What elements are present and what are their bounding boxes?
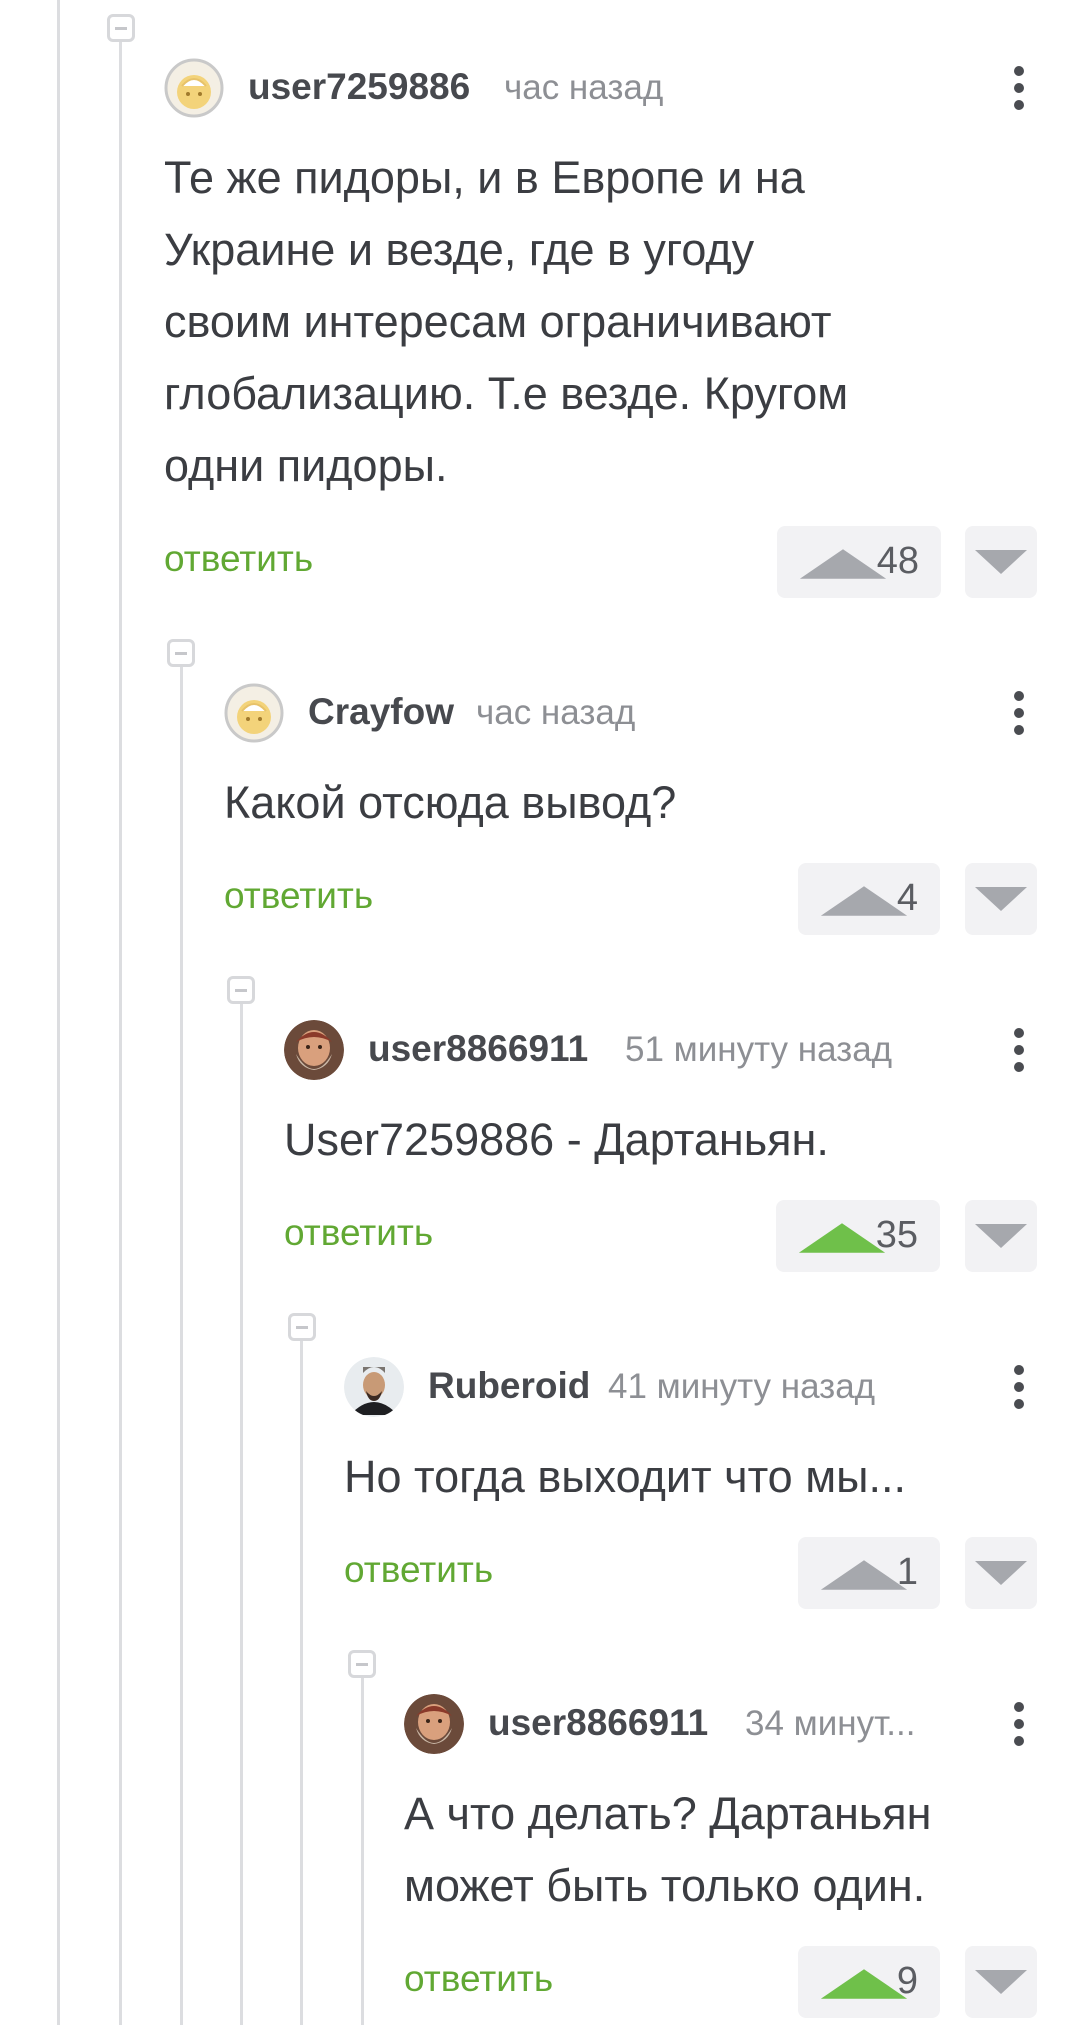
collapse-thread-button[interactable]	[167, 639, 195, 667]
downvote-button[interactable]	[965, 1200, 1037, 1272]
username-link[interactable]: Ruberoid	[428, 1365, 590, 1407]
comment-header: user8866911 51 минуту назад	[284, 1020, 1039, 1080]
comment-text: А что делать? Дартаньян может быть тольк…	[404, 1788, 932, 1911]
comment-timestamp: 41 минуту назад	[608, 1367, 876, 1406]
comment: user8866911 51 минуту назад User7259886 …	[284, 1020, 1039, 1280]
more-options-icon[interactable]	[999, 60, 1039, 116]
username-link[interactable]: Crayfow	[308, 691, 454, 733]
more-options-icon[interactable]	[999, 1696, 1039, 1752]
upvote-button[interactable]: 35	[776, 1200, 940, 1272]
reply-button[interactable]: ответить	[164, 538, 313, 580]
comment-text: User7259886 - Дартаньян.	[284, 1114, 829, 1165]
comment-header: user7259886 час назад	[164, 58, 1039, 118]
more-options-icon[interactable]	[999, 1022, 1039, 1078]
collapse-thread-button[interactable]	[227, 976, 255, 1004]
comment: user7259886 час назад Те же пидоры, и в …	[164, 58, 1039, 603]
comment-header: user8866911 34 минут...	[404, 1694, 1039, 1754]
default-avatar-icon[interactable]	[224, 683, 284, 743]
collapse-thread-button[interactable]	[348, 1650, 376, 1678]
upvote-arrow-icon	[820, 1969, 908, 1999]
thread-line	[361, 1677, 364, 2025]
comment-timestamp: 34 минут...	[745, 1704, 916, 1743]
reply-button[interactable]: ответить	[224, 875, 373, 917]
comment-timestamp: 51 минуту назад	[625, 1030, 893, 1069]
downvote-arrow-icon	[975, 1224, 1027, 1248]
reply-button[interactable]: ответить	[284, 1212, 433, 1254]
vote-score: 35	[875, 1214, 918, 1256]
comment-text: Но тогда выходит что мы...	[344, 1451, 906, 1502]
upvote-arrow-icon	[799, 549, 887, 579]
upvote-button[interactable]: 4	[798, 863, 940, 935]
comment-header: Ruberoid 41 минуту назад	[344, 1357, 1039, 1417]
downvote-arrow-icon	[975, 1970, 1027, 1994]
vote-score: 4	[896, 877, 918, 919]
thread-line	[300, 1340, 303, 2025]
vote-score: 9	[896, 1960, 918, 2002]
upvote-button[interactable]: 1	[798, 1537, 940, 1609]
portrait-avatar[interactable]	[344, 1357, 404, 1417]
thread-line	[57, 0, 60, 2025]
downvote-button[interactable]	[965, 1537, 1037, 1609]
vote-score: 48	[876, 540, 919, 582]
upvote-arrow-icon	[798, 1223, 886, 1253]
downvote-arrow-icon	[975, 887, 1027, 911]
downvote-button[interactable]	[965, 1946, 1037, 2018]
collapse-thread-button[interactable]	[107, 14, 135, 42]
bearded-man-avatar[interactable]	[284, 1020, 344, 1080]
comment-timestamp: час назад	[504, 68, 664, 107]
more-options-icon[interactable]	[999, 1359, 1039, 1415]
thread-line	[119, 40, 122, 2025]
comment-text: Какой отсюда вывод?	[224, 777, 677, 828]
comment-header: Crayfow час назад	[224, 683, 1039, 743]
default-avatar-icon[interactable]	[164, 58, 224, 118]
username-link[interactable]: user8866911	[368, 1028, 588, 1070]
downvote-button[interactable]	[965, 863, 1037, 935]
reply-button[interactable]: ответить	[344, 1549, 493, 1591]
comment: Crayfow час назад Какой отсюда вывод? от…	[224, 683, 1039, 943]
comment-text: Те же пидоры, и в Европе и на Украине и …	[164, 152, 849, 491]
username-link[interactable]: user8866911	[488, 1702, 708, 1744]
comment: Ruberoid 41 минуту назад Но тогда выходи…	[344, 1357, 1039, 1617]
downvote-arrow-icon	[975, 1561, 1027, 1585]
comment-timestamp: час назад	[476, 693, 636, 732]
thread-line	[180, 665, 183, 2025]
upvote-button[interactable]: 9	[798, 1946, 940, 2018]
bearded-man-avatar[interactable]	[404, 1694, 464, 1754]
upvote-arrow-icon	[820, 1560, 908, 1590]
thread-line	[240, 1003, 243, 2025]
upvote-arrow-icon	[820, 886, 908, 916]
more-options-icon[interactable]	[999, 685, 1039, 741]
upvote-button[interactable]: 48	[777, 526, 941, 598]
username-link[interactable]: user7259886	[248, 66, 470, 108]
reply-button[interactable]: ответить	[404, 1958, 553, 2000]
downvote-arrow-icon	[975, 550, 1027, 574]
collapse-thread-button[interactable]	[288, 1313, 316, 1341]
downvote-button[interactable]	[965, 526, 1037, 598]
comment: user8866911 34 минут... А что делать? Да…	[404, 1694, 1039, 2025]
vote-score: 1	[896, 1551, 918, 1593]
